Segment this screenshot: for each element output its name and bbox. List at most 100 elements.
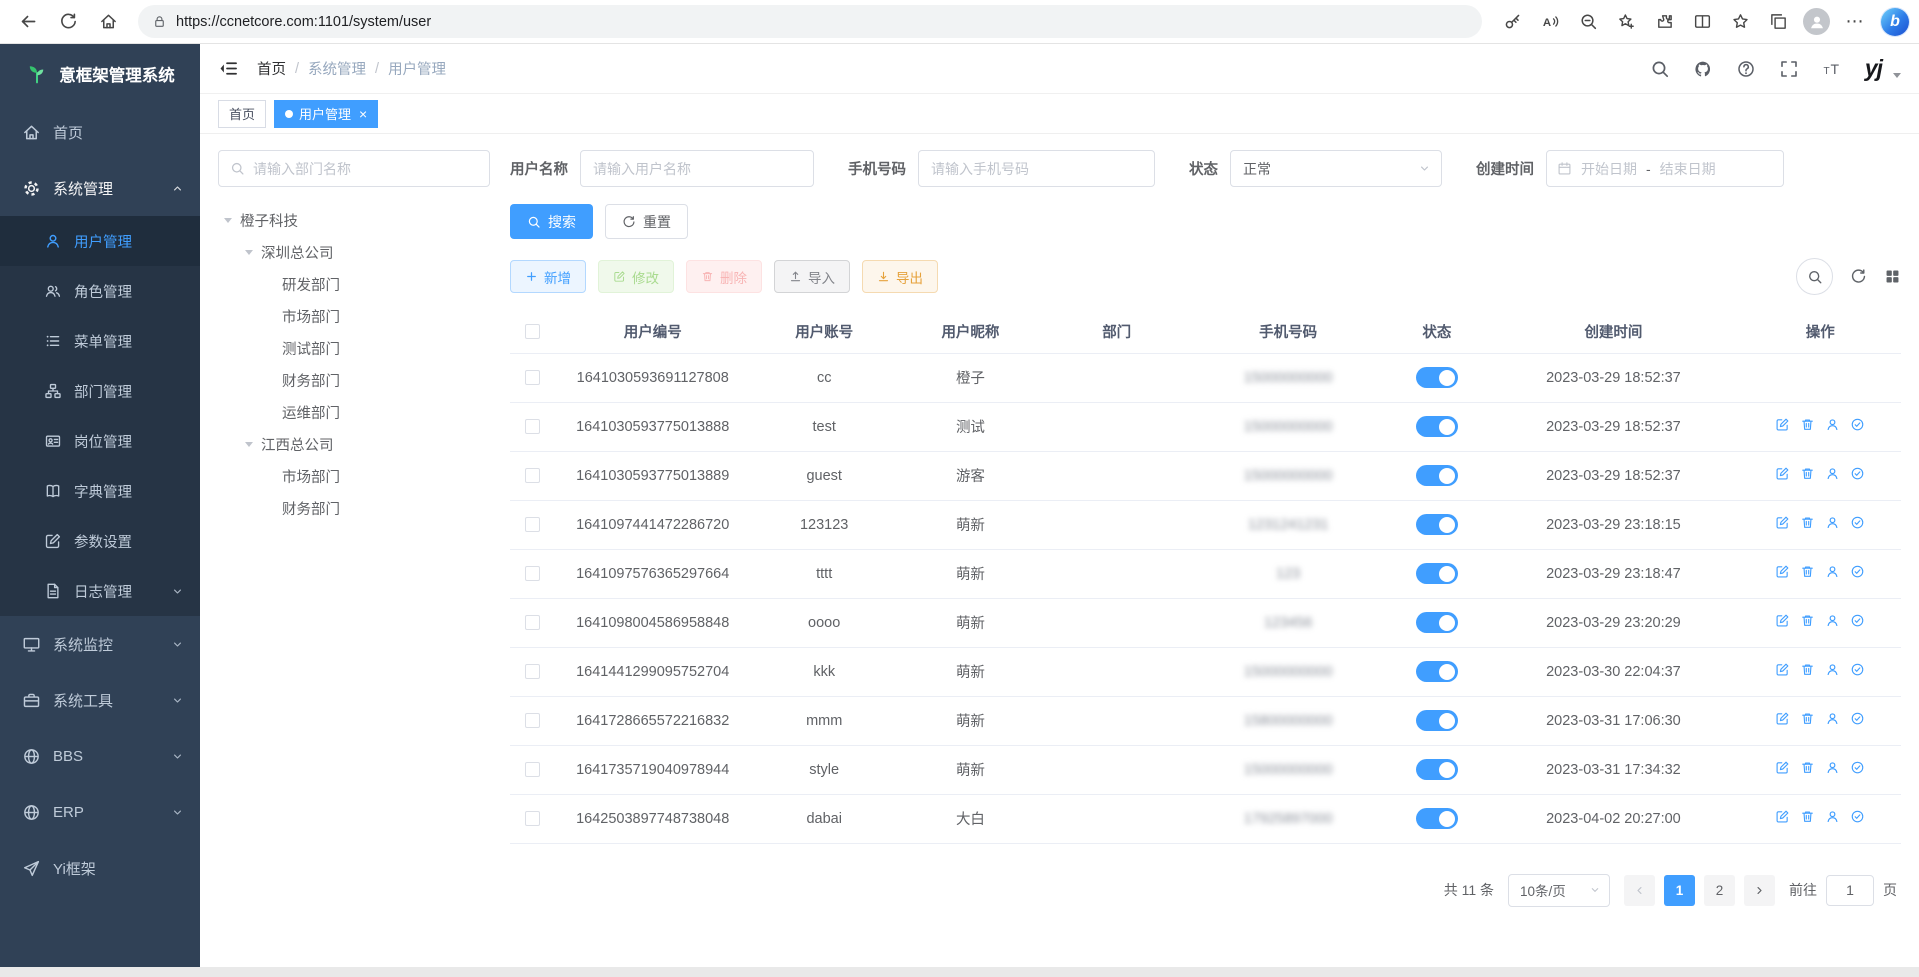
next-page-button[interactable] [1744,875,1775,906]
favorites-button[interactable] [1722,5,1758,39]
browser-profile-avatar[interactable] [1803,8,1830,35]
row-reset-password-action[interactable] [1825,809,1840,824]
row-reset-password-action[interactable] [1825,760,1840,775]
status-toggle[interactable] [1416,563,1458,584]
row-assign-role-action[interactable] [1850,466,1865,481]
row-checkbox[interactable] [525,468,540,483]
sidebar-item-dept-mgmt[interactable]: 部门管理 [0,366,200,416]
sidebar-item-role-mgmt[interactable]: 角色管理 [0,266,200,316]
row-delete-action[interactable] [1800,466,1815,481]
sidebar-item-log-mgmt[interactable]: 日志管理 [0,566,200,616]
status-toggle[interactable] [1416,416,1458,437]
row-assign-role-action[interactable] [1850,417,1865,432]
browser-refresh-button[interactable] [50,5,86,39]
row-checkbox[interactable] [525,419,540,434]
refresh-table-icon[interactable] [1850,268,1867,285]
sidebar-item-bbs[interactable]: BBS [0,728,200,784]
row-reset-password-action[interactable] [1825,662,1840,677]
row-checkbox[interactable] [525,566,540,581]
split-screen-button[interactable] [1684,5,1720,39]
status-toggle[interactable] [1416,465,1458,486]
row-delete-action[interactable] [1800,711,1815,726]
password-key-button[interactable] [1494,5,1530,39]
row-assign-role-action[interactable] [1850,760,1865,775]
sidebar-item-system-mgmt[interactable]: 系统管理 [0,160,200,216]
tree-node[interactable]: 财务部门 [218,364,490,396]
app-logo[interactable]: 意框架管理系统 [0,44,200,104]
github-icon[interactable] [1693,59,1713,79]
username-input[interactable] [580,150,814,187]
sidebar-item-user-mgmt[interactable]: 用户管理 [0,216,200,266]
select-all-checkbox[interactable] [525,324,540,339]
sidebar-item-dict-mgmt[interactable]: 字典管理 [0,466,200,516]
tree-node[interactable]: 江西总公司 [218,428,490,460]
reset-button[interactable]: 重置 [605,204,688,239]
row-checkbox[interactable] [525,517,540,532]
dept-search-input[interactable] [253,161,478,177]
export-button[interactable]: 导出 [862,260,938,293]
collections-button[interactable] [1760,5,1796,39]
status-toggle[interactable] [1416,514,1458,535]
status-toggle[interactable] [1416,808,1458,829]
row-assign-role-action[interactable] [1850,809,1865,824]
row-delete-action[interactable] [1800,760,1815,775]
row-edit-action[interactable] [1775,760,1790,775]
row-delete-action[interactable] [1800,515,1815,530]
row-reset-password-action[interactable] [1825,466,1840,481]
hide-search-button[interactable] [1796,258,1833,295]
url-text[interactable]: https://ccnetcore.com:1101/system/user [176,14,431,30]
breadcrumb-item[interactable]: 首页 [257,58,286,79]
columns-grid-icon[interactable] [1884,268,1901,285]
browser-home-button[interactable] [90,5,126,39]
page-button-1[interactable]: 1 [1664,875,1695,906]
row-edit-action[interactable] [1775,809,1790,824]
tree-node[interactable]: 财务部门 [218,492,490,524]
row-edit-action[interactable] [1775,564,1790,579]
browser-back-button[interactable] [10,5,46,39]
sidebar-item-post-mgmt[interactable]: 岗位管理 [0,416,200,466]
sidebar-fold-button[interactable] [218,58,239,79]
row-delete-action[interactable] [1800,613,1815,628]
tree-node[interactable]: 研发部门 [218,268,490,300]
row-assign-role-action[interactable] [1850,662,1865,677]
row-delete-action[interactable] [1800,662,1815,677]
browser-menu-button[interactable]: ⋯ [1837,5,1873,39]
tree-node[interactable]: 测试部门 [218,332,490,364]
page-size-select[interactable]: 10条/页 [1508,874,1610,907]
row-reset-password-action[interactable] [1825,613,1840,628]
delete-button[interactable]: 删除 [686,260,762,293]
read-aloud-button[interactable] [1532,5,1568,39]
row-delete-action[interactable] [1800,564,1815,579]
row-checkbox[interactable] [525,811,540,826]
search-icon[interactable] [1650,59,1670,79]
tree-node[interactable]: 深圳总公司 [218,236,490,268]
row-edit-action[interactable] [1775,515,1790,530]
row-checkbox[interactable] [525,370,540,385]
zoom-button[interactable] [1570,5,1606,39]
import-button[interactable]: 导入 [774,260,850,293]
row-edit-action[interactable] [1775,613,1790,628]
row-reset-password-action[interactable] [1825,711,1840,726]
breadcrumb-item[interactable]: 系统管理 [308,58,366,79]
row-checkbox[interactable] [525,615,540,630]
edit-button[interactable]: 修改 [598,260,674,293]
sidebar-item-yi-framework[interactable]: Yi框架 [0,840,200,896]
status-toggle[interactable] [1416,759,1458,780]
goto-page-input[interactable] [1826,875,1874,906]
status-toggle[interactable] [1416,661,1458,682]
status-toggle[interactable] [1416,612,1458,633]
row-edit-action[interactable] [1775,466,1790,481]
add-favorite-button[interactable] [1608,5,1644,39]
tree-node[interactable]: 市场部门 [218,460,490,492]
row-edit-action[interactable] [1775,662,1790,677]
prev-page-button[interactable] [1624,875,1655,906]
row-delete-action[interactable] [1800,809,1815,824]
tab-user-mgmt[interactable]: 用户管理× [274,100,378,128]
tab-home[interactable]: 首页 [218,100,266,128]
status-toggle[interactable] [1416,367,1458,388]
sidebar-item-home[interactable]: 首页 [0,104,200,160]
sidebar-item-sys-tools[interactable]: 系统工具 [0,672,200,728]
row-edit-action[interactable] [1775,417,1790,432]
copilot-button[interactable]: b [1881,8,1909,36]
search-button[interactable]: 搜索 [510,204,593,239]
